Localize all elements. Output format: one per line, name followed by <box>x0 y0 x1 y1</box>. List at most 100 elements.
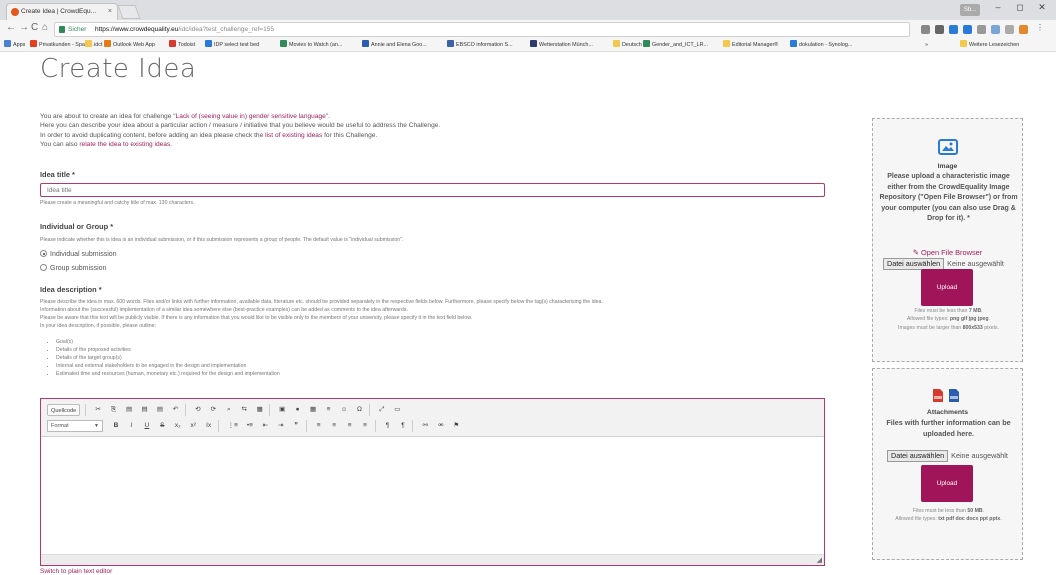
align-left-icon[interactable]: ≡ <box>314 420 323 432</box>
find-icon[interactable]: ⌕ <box>224 404 233 416</box>
description-editor-area[interactable] <box>41 437 824 555</box>
close-window-icon[interactable]: ✕ <box>1034 2 1050 13</box>
horizontal-line-icon[interactable]: ≡ <box>324 404 333 416</box>
format-select[interactable]: Format ▼ <box>47 420 103 432</box>
image-icon[interactable]: ▣ <box>278 404 287 416</box>
extension-icon[interactable] <box>963 25 972 34</box>
undo-icon[interactable]: ⟲ <box>193 404 202 416</box>
forward-icon[interactable]: → <box>19 22 29 33</box>
bookmark-other[interactable]: Weitere Lesezeichen <box>960 39 1019 51</box>
replace-icon[interactable]: ⇆ <box>240 404 249 416</box>
image-panel-text: Please upload a characteristic image eit… <box>879 173 1018 223</box>
rtl-icon[interactable]: ¶ <box>398 420 407 432</box>
select-all-icon[interactable]: ▦ <box>255 404 264 416</box>
maximize-icon[interactable]: ⤢ <box>377 404 386 416</box>
italic-icon[interactable]: I <box>127 420 136 432</box>
outdent-icon[interactable]: ⇤ <box>261 420 270 432</box>
bookmark-item[interactable]: EBSCO information S... <box>447 39 513 51</box>
underline-icon[interactable]: U <box>142 420 151 432</box>
image-upload-button[interactable]: Upload <box>921 269 973 306</box>
image-upload-panel[interactable]: Image Please upload a characteristic ima… <box>872 118 1023 362</box>
attachments-panel[interactable]: Attachments Files with further informati… <box>872 368 1023 560</box>
special-char-icon[interactable]: Ω <box>355 404 364 416</box>
numbered-list-icon[interactable]: ⋮≡ <box>227 420 239 432</box>
ltr-icon[interactable]: ¶ <box>383 420 392 432</box>
indent-icon[interactable]: ⇥ <box>276 420 285 432</box>
relate-ideas-link[interactable]: relate the idea to existing ideas <box>79 141 170 148</box>
existing-ideas-link[interactable]: list of existing ideas <box>265 132 322 139</box>
file-status: Keine ausgewählt <box>951 451 1008 460</box>
profile-badge[interactable]: Sb... <box>960 4 980 16</box>
bookmark-item[interactable]: idct <box>85 39 102 51</box>
secure-label: Sicher <box>68 26 87 33</box>
reload-icon[interactable]: C <box>31 22 38 33</box>
bookmark-item[interactable]: Movies to Watch (an... <box>280 39 342 51</box>
list-item: Goal(s) <box>56 339 280 347</box>
resize-handle-icon[interactable]: ◢ <box>817 556 822 564</box>
menu-icon[interactable]: ⋮ <box>1036 23 1044 32</box>
extension-icon[interactable] <box>1019 25 1028 34</box>
close-tab-icon[interactable]: × <box>108 4 112 20</box>
attachment-file-input[interactable]: Datei auswählen Keine ausgewählt <box>887 450 1019 462</box>
copy-icon[interactable]: ⎘ <box>109 404 118 416</box>
cut-icon[interactable]: ✂ <box>94 404 103 416</box>
radio-individual[interactable]: Individual submission <box>40 250 117 258</box>
smiley-icon[interactable]: ☺ <box>339 404 348 416</box>
align-right-icon[interactable]: ≡ <box>345 420 354 432</box>
bold-icon[interactable]: B <box>111 420 120 432</box>
unlink-icon[interactable]: ⚮ <box>436 420 445 432</box>
file-status: Keine ausgewählt <box>947 259 1004 268</box>
back-icon[interactable]: ← <box>6 22 16 33</box>
browser-tab[interactable]: Create Idea | CrowdEqu... × <box>6 3 118 20</box>
maximize-icon[interactable]: ◻ <box>1012 2 1028 13</box>
idea-title-input[interactable] <box>40 183 825 197</box>
bookmark-item[interactable]: dokulation - Synolog... <box>790 39 852 51</box>
bookmark-item[interactable]: IDP select test bed <box>205 39 259 51</box>
paste-icon[interactable]: ▤ <box>125 404 134 416</box>
extension-icon[interactable] <box>991 25 1000 34</box>
extension-icon[interactable] <box>935 25 944 34</box>
bookmarks-overflow[interactable]: » <box>925 39 928 51</box>
paste-word-icon[interactable]: ▤ <box>155 404 164 416</box>
bookmark-item[interactable]: Todoist <box>169 39 195 51</box>
attachment-upload-button[interactable]: Upload <box>921 465 973 502</box>
redo-icon[interactable]: ⟳ <box>209 404 218 416</box>
extension-icon[interactable] <box>949 25 958 34</box>
bulleted-list-icon[interactable]: •≡ <box>245 420 254 432</box>
home-icon[interactable]: ⌂ <box>42 22 48 33</box>
challenge-link[interactable]: Lack of (seeing value in) gender sensiti… <box>176 113 326 120</box>
extension-icon[interactable] <box>977 25 986 34</box>
table-icon[interactable]: ▦ <box>309 404 318 416</box>
blockquote-icon[interactable]: ❞ <box>292 420 301 432</box>
bookmark-item[interactable]: Wetterstation Münch... <box>530 39 593 51</box>
anchor-icon[interactable]: ⚑ <box>452 420 461 432</box>
url-input[interactable]: Sicher https://www.crowdequality.eu/idc/… <box>54 22 910 37</box>
radio-group[interactable]: Group submission <box>40 264 106 272</box>
minimize-icon[interactable]: – <box>990 2 1006 12</box>
justify-icon[interactable]: ≡ <box>361 420 370 432</box>
open-file-browser-link[interactable]: ✎ Open File Browser <box>873 248 1022 257</box>
choose-file-button[interactable]: Datei auswählen <box>887 450 949 462</box>
strikethrough-icon[interactable]: S <box>158 420 167 432</box>
bookmark-star-icon[interactable] <box>921 25 930 34</box>
remove-format-icon[interactable]: Ix <box>204 420 213 432</box>
bookmark-item[interactable]: Annie and Elena Goo... <box>362 39 427 51</box>
list-item: Details of the proposed activities <box>56 347 280 355</box>
bookmark-item[interactable]: Deutsch <box>613 39 642 51</box>
link-icon[interactable]: ⚯ <box>421 420 430 432</box>
new-tab-button[interactable] <box>117 5 141 19</box>
bookmark-item[interactable]: Editorial Manager® <box>723 39 778 51</box>
align-center-icon[interactable]: ≡ <box>330 420 339 432</box>
bookmark-item[interactable]: Outlook Web App <box>104 39 155 51</box>
bookmark-apps[interactable]: Apps <box>4 39 25 51</box>
switch-plain-editor-link[interactable]: Switch to plain text editor <box>40 568 112 575</box>
extension-icon[interactable] <box>1005 25 1014 34</box>
paste-text-icon[interactable]: ▤ <box>140 404 149 416</box>
bookmark-item[interactable]: Gender_and_ICT_LR... <box>643 39 708 51</box>
source-button[interactable]: Quellcode <box>47 404 81 416</box>
spellcheck-icon[interactable]: ↶ <box>171 404 180 416</box>
flash-icon[interactable]: ● <box>293 404 302 416</box>
show-blocks-icon[interactable]: ▭ <box>393 404 402 416</box>
subscript-icon[interactable]: x₂ <box>173 420 182 432</box>
superscript-icon[interactable]: x² <box>189 420 198 432</box>
